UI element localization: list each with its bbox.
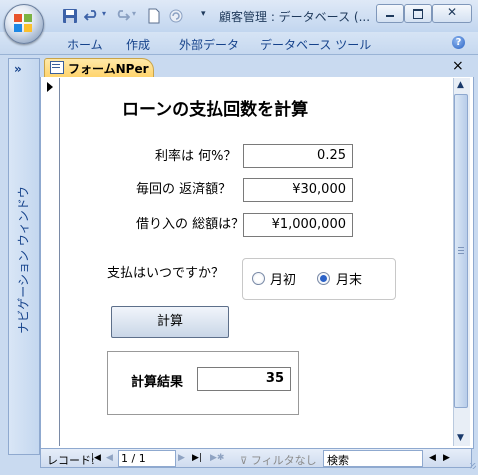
help-icon[interactable]: ?	[452, 36, 465, 49]
redo-dropdown-icon[interactable]: ▾	[132, 9, 136, 18]
minimize-button[interactable]	[376, 4, 404, 23]
scroll-right-icon[interactable]: ▶	[443, 453, 450, 463]
redo-icon[interactable]	[114, 8, 130, 24]
tab-database-tools[interactable]: データベース ツール	[260, 36, 371, 53]
scroll-up-icon[interactable]: ▲	[457, 80, 464, 90]
last-record-icon[interactable]: ▶|	[192, 453, 202, 463]
loan-amount-field[interactable]: ¥1,000,000	[243, 213, 353, 237]
result-label: 計算結果	[131, 375, 184, 390]
tab-external-data[interactable]: 外部データ	[179, 36, 239, 53]
save-icon[interactable]	[62, 8, 78, 24]
filter-status[interactable]: ⊽ フィルタなし	[240, 452, 317, 468]
next-record-icon[interactable]: ▶	[178, 453, 185, 463]
scrollbar-thumb[interactable]	[454, 94, 468, 408]
interest-rate-label: 利率は 何%？	[155, 149, 237, 164]
radio-start-of-month-label: 月初	[270, 273, 297, 288]
result-field[interactable]: 35	[197, 367, 291, 391]
tab-create[interactable]: 作成	[126, 36, 150, 53]
window-title: 顧客管理 : データベース (...	[219, 10, 371, 24]
filter-icon: ⊽	[240, 456, 248, 467]
customize-qat-icon[interactable]: ▾	[201, 9, 206, 19]
payment-amount-label: 毎回の 返済額？	[136, 182, 232, 197]
interest-rate-field[interactable]: 0.25	[243, 144, 353, 168]
form-icon	[50, 61, 64, 74]
record-selector[interactable]	[41, 78, 60, 446]
radio-start-of-month[interactable]	[252, 272, 265, 285]
maximize-button[interactable]	[404, 4, 432, 23]
loan-amount-label: 借り入の 総額は？	[136, 217, 245, 232]
record-label: レコード:	[47, 454, 95, 467]
nav-pane-label: ナビゲーション ウィンドウ	[16, 186, 31, 334]
new-record-icon[interactable]: ▶✱	[210, 453, 224, 463]
search-placeholder: 検索	[327, 454, 349, 467]
refresh-icon[interactable]	[168, 8, 184, 24]
calculate-button[interactable]: 計算	[111, 306, 229, 338]
current-record-icon	[47, 82, 53, 92]
first-record-icon[interactable]: |◀	[91, 453, 101, 463]
form-title: ローンの支払回数を計算	[122, 100, 309, 120]
close-window-button[interactable]: ✕	[432, 4, 472, 23]
payment-timing-label: 支払はいつですか？	[107, 266, 225, 281]
scroll-down-icon[interactable]: ▼	[457, 433, 464, 443]
undo-icon[interactable]	[84, 8, 100, 24]
undo-dropdown-icon[interactable]: ▾	[102, 9, 106, 18]
radio-end-of-month-label: 月末	[336, 273, 363, 288]
document-tab-label: フォームNPer	[68, 62, 149, 76]
previous-record-icon[interactable]: ◀	[106, 453, 113, 463]
record-position: 1 / 1	[121, 452, 146, 465]
filter-status-label: フィルタなし	[250, 454, 317, 467]
nav-pane-label-wrap: ナビゲーション ウィンドウ	[8, 120, 38, 400]
close-icon: ✕	[447, 5, 458, 19]
radio-end-of-month[interactable]	[317, 272, 330, 285]
resize-grip-icon[interactable]	[470, 463, 476, 469]
tab-home[interactable]: ホーム	[67, 36, 103, 53]
scroll-left-icon[interactable]: ◀	[429, 453, 436, 463]
new-document-icon[interactable]	[146, 8, 162, 24]
payment-amount-field[interactable]: ¥30,000	[243, 178, 353, 202]
close-document-icon[interactable]: ×	[452, 58, 464, 74]
nav-pane-toggle[interactable]: »	[14, 62, 22, 76]
office-logo-icon	[14, 14, 32, 32]
